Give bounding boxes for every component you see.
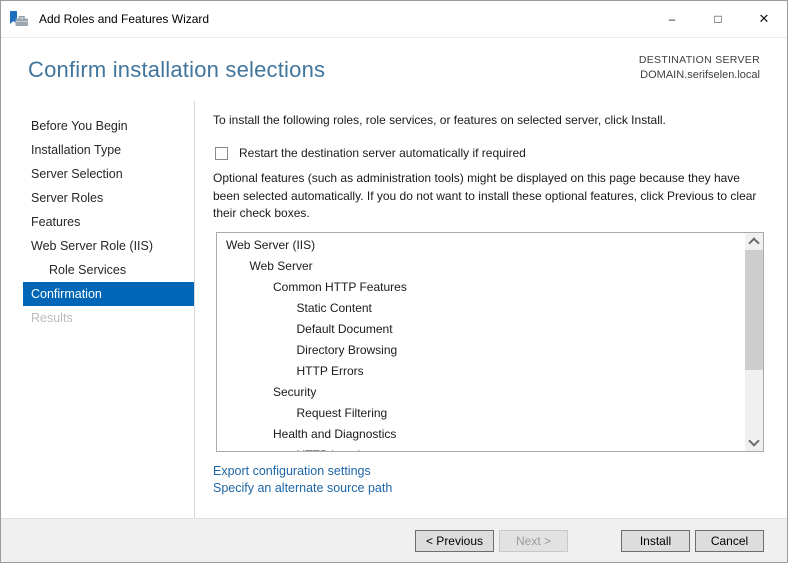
destination-server-name: DOMAIN.serifselen.local <box>640 69 760 81</box>
tree-item-request-filtering: Request Filtering <box>296 406 388 420</box>
sidebar-item-features[interactable]: Features <box>23 210 194 234</box>
optional-features-note: Optional features (such as administratio… <box>213 171 757 220</box>
sidebar-item-before-you-begin[interactable]: Before You Begin <box>23 114 194 138</box>
sidebar-item-installation-type[interactable]: Installation Type <box>23 138 194 162</box>
scroll-down-icon[interactable] <box>745 434 763 451</box>
sidebar-divider <box>194 101 195 519</box>
cancel-button[interactable]: Cancel <box>695 529 764 552</box>
title-bar: Add Roles and Features Wizard – □ ✕ <box>1 1 787 38</box>
tree-item-web-server: Web Server <box>249 259 313 273</box>
wizard-footer: < Previous Next > Install Cancel <box>1 518 787 562</box>
sidebar-item-server-selection[interactable]: Server Selection <box>23 162 194 186</box>
export-configuration-link[interactable]: Export configuration settings <box>213 464 371 478</box>
tree-item-http-errors: HTTP Errors <box>296 364 364 378</box>
tree-item-health-and-diagnostics: Health and Diagnostics <box>273 427 397 441</box>
tree-item-directory-browsing: Directory Browsing <box>296 343 398 357</box>
sidebar-item-role-services[interactable]: Role Services <box>23 258 194 282</box>
listbox-scrollbar[interactable] <box>745 233 763 451</box>
selections-tree: Web Server (IIS) Web Server Common HTTP Fe… <box>217 233 763 451</box>
destination-server-block: DESTINATION SERVER DOMAIN.serifselen.loc… <box>639 54 760 81</box>
window-controls: – □ ✕ <box>649 1 787 37</box>
intro-text: To install the following roles, role ser… <box>213 113 666 127</box>
previous-button[interactable]: < Previous <box>414 529 494 552</box>
restart-checkbox-label[interactable]: Restart the destination server automatic… <box>239 146 526 160</box>
install-button[interactable]: Install <box>621 529 690 552</box>
sidebar-item-web-server-role-iis[interactable]: Web Server Role (IIS) <box>23 234 194 258</box>
wizard-window: Add Roles and Features Wizard – □ ✕ Conf… <box>0 0 788 563</box>
sidebar-item-results: Results <box>31 311 73 325</box>
destination-server-label: DESTINATION SERVER <box>638 54 760 66</box>
restart-checkbox[interactable] <box>215 146 228 160</box>
sidebar-item-confirmation[interactable]: Confirmation <box>23 282 194 306</box>
next-button: Next > <box>499 529 568 552</box>
minimize-icon[interactable]: – <box>649 1 695 37</box>
wizard-app-icon <box>10 10 30 28</box>
maximize-icon[interactable]: □ <box>695 1 741 37</box>
tree-item-http-logging: HTTP Logging <box>217 445 763 451</box>
scroll-up-icon[interactable] <box>745 233 763 250</box>
scrollbar-thumb[interactable] <box>745 250 763 370</box>
alternate-source-path-link[interactable]: Specify an alternate source path <box>213 481 392 495</box>
page-title: Confirm installation selections <box>28 57 326 82</box>
selections-listbox[interactable]: Web Server (IIS) Web Server Common HTTP Fe… <box>216 232 764 452</box>
tree-item-default-document: Default Document <box>296 322 393 336</box>
tree-item-static-content: Static Content <box>296 301 372 315</box>
tree-item-web-server-iis: Web Server (IIS) <box>226 238 316 252</box>
tree-item-common-http-features: Common HTTP Features <box>273 280 407 294</box>
close-icon[interactable]: ✕ <box>741 1 787 37</box>
window-title: Add Roles and Features Wizard <box>39 12 210 26</box>
tree-item-security: Security <box>273 385 317 399</box>
restart-checkbox-row[interactable]: Restart the destination server automatic… <box>215 146 526 160</box>
wizard-steps-sidebar: Before You Begin Installation Type Server … <box>23 114 194 330</box>
sidebar-item-server-roles[interactable]: Server Roles <box>23 186 194 210</box>
